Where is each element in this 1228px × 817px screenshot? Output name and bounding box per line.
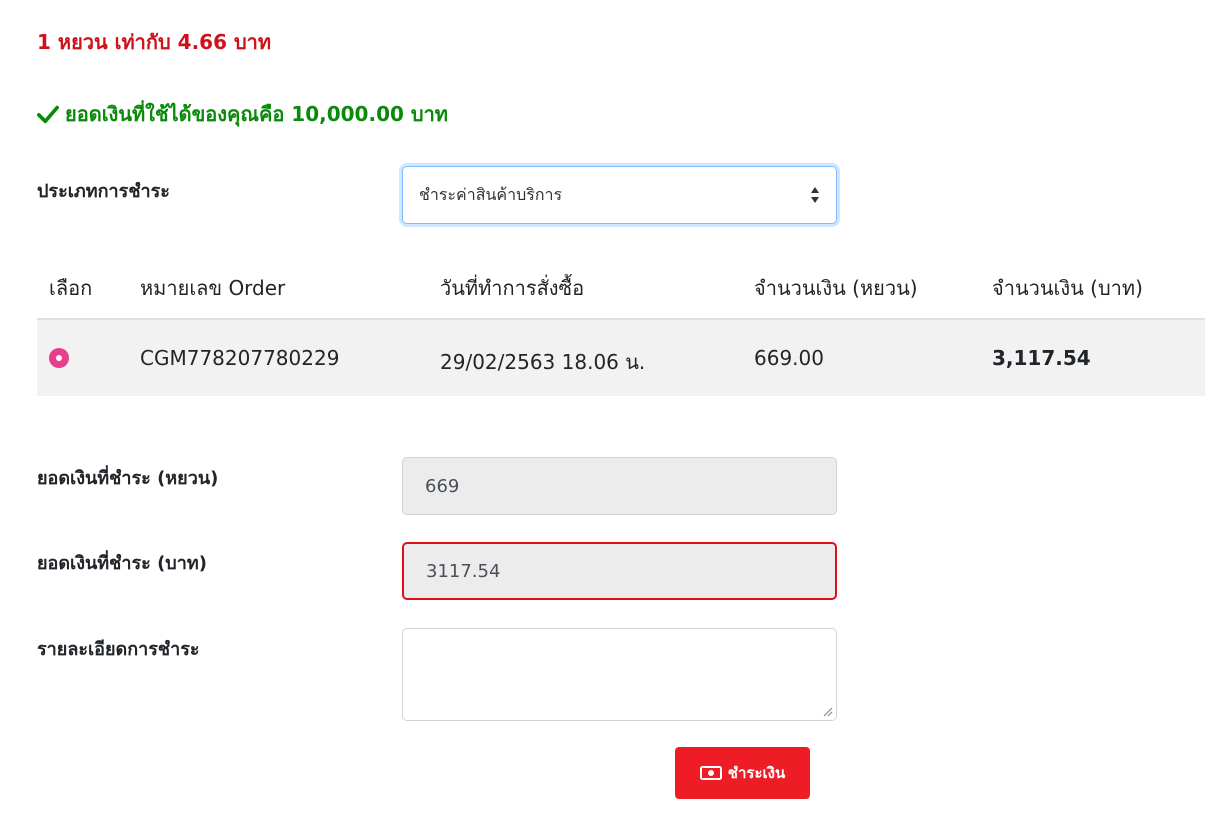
payment-type-select[interactable]: ชำระค่าสินค้าบริการ bbox=[402, 166, 837, 224]
baht-amount-input[interactable]: 3117.54 bbox=[402, 542, 837, 600]
amount-yuan-cell: 669.00 bbox=[754, 346, 824, 370]
order-select-radio[interactable] bbox=[49, 348, 69, 368]
yuan-amount-label: ยอดเงินที่ชำระ (หยวน) bbox=[37, 468, 219, 489]
payment-type-selected-value: ชำระค่าสินค้าบริการ bbox=[419, 184, 563, 204]
check-icon bbox=[37, 105, 59, 124]
order-date-cell: 29/02/2563 18.06 น. bbox=[440, 350, 646, 374]
resize-handle-icon[interactable] bbox=[823, 707, 833, 717]
pay-button[interactable]: ชำระเงิน bbox=[675, 747, 810, 799]
exchange-rate-text: 1 หยวน เท่ากับ 4.66 บาท bbox=[37, 30, 272, 54]
column-header-amount-yuan: จำนวนเงิน (หยวน) bbox=[754, 276, 918, 300]
payment-type-label: ประเภทการชำระ bbox=[37, 181, 170, 202]
order-number-cell: CGM778207780229 bbox=[140, 346, 340, 370]
column-header-select: เลือก bbox=[49, 276, 93, 300]
available-balance-text: ยอดเงินที่ใช้ได้ของคุณคือ 10,000.00 บาท bbox=[65, 102, 448, 126]
pay-button-label: ชำระเงิน bbox=[727, 764, 786, 782]
column-header-order-date: วันที่ทำการสั่งซื้อ bbox=[440, 276, 585, 300]
table-row: CGM778207780229 29/02/2563 18.06 น. 669.… bbox=[37, 320, 1205, 396]
payment-details-label: รายละเอียดการชำระ bbox=[37, 639, 200, 660]
available-balance: ยอดเงินที่ใช้ได้ของคุณคือ 10,000.00 บาท bbox=[37, 98, 448, 130]
money-icon bbox=[699, 766, 722, 780]
table-header: เลือก หมายเลข Order วันที่ทำการสั่งซื้อ … bbox=[37, 252, 1205, 320]
payment-details-textarea[interactable] bbox=[402, 628, 837, 721]
baht-amount-label: ยอดเงินที่ชำระ (บาท) bbox=[37, 553, 207, 574]
column-header-order-number: หมายเลข Order bbox=[140, 276, 286, 300]
select-arrows-icon bbox=[811, 187, 819, 203]
order-table: เลือก หมายเลข Order วันที่ทำการสั่งซื้อ … bbox=[37, 252, 1205, 396]
amount-baht-cell: 3,117.54 bbox=[992, 346, 1091, 370]
yuan-amount-input[interactable]: 669 bbox=[402, 457, 837, 515]
column-header-amount-baht: จำนวนเงิน (บาท) bbox=[992, 276, 1143, 300]
